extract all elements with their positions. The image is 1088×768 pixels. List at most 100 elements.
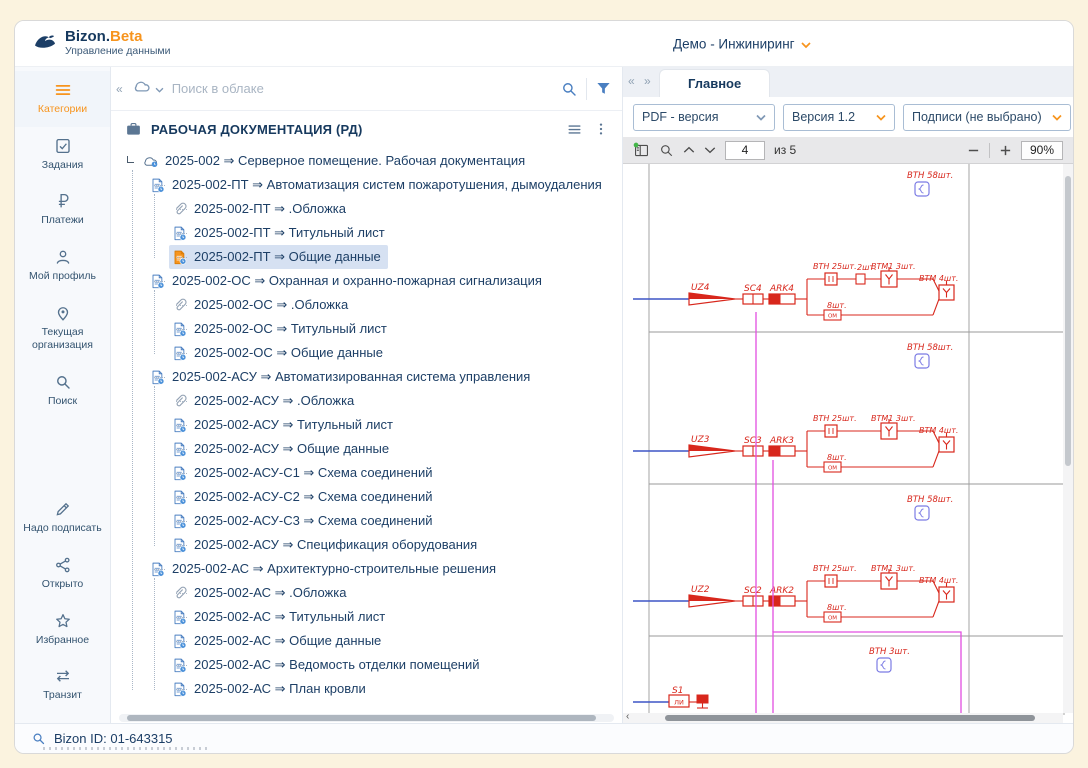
explorer-panel: « bbox=[111, 67, 623, 723]
tree-horizontal-scrollbar[interactable] bbox=[119, 714, 614, 722]
chevron-down-icon bbox=[1052, 110, 1062, 124]
sidebar-item-user[interactable]: Мой профиль bbox=[15, 238, 110, 294]
tree-item[interactable]: 2025-002-АС ⇒ План кровли bbox=[169, 677, 373, 701]
splitter-collapse-icons[interactable]: « » bbox=[628, 74, 654, 88]
tree-item-label: 2025-002-АСУ ⇒ Титульный лист bbox=[194, 417, 393, 433]
svg-text:ВТМ 4шт.: ВТМ 4шт. bbox=[919, 576, 958, 585]
tree-item[interactable]: 2025-002-АСУ-С1 ⇒ Схема соединений bbox=[169, 461, 439, 485]
briefcase-icon bbox=[125, 121, 142, 138]
svg-text:ВТН 25шт.: ВТН 25шт. bbox=[813, 564, 857, 573]
tree-item-label: 2025-002-АСУ-С3 ⇒ Схема соединений bbox=[194, 513, 432, 529]
vertical-scrollbar[interactable] bbox=[1063, 164, 1073, 713]
previous-page-icon[interactable] bbox=[683, 146, 695, 154]
zoom-in-icon[interactable] bbox=[999, 144, 1012, 157]
svg-text:ВТМ1 3шт.: ВТМ1 3шт. bbox=[871, 262, 916, 271]
search-icon[interactable] bbox=[31, 731, 46, 746]
tree-item[interactable]: 2025-002-ОС ⇒ Охранная и охранно-пожарна… bbox=[147, 269, 549, 293]
tree-item-label: 2025-002-АС ⇒ Общие данные bbox=[194, 633, 381, 649]
scroll-left-icon[interactable]: ‹ bbox=[626, 711, 629, 722]
horizontal-scrollbar[interactable]: ‹ bbox=[623, 713, 1063, 723]
tree-item[interactable]: 2025-002-АСУ ⇒ Общие данные bbox=[169, 437, 396, 461]
tree-item[interactable]: 2025-002-АСУ ⇒ .Обложка bbox=[169, 389, 361, 413]
tree-item[interactable]: 2025-002 ⇒ Серверное помещение. Рабочая … bbox=[125, 149, 532, 173]
sidebar-toggle-icon[interactable] bbox=[633, 142, 650, 159]
svg-text:UZ3: UZ3 bbox=[691, 435, 710, 445]
kebab-menu-icon[interactable] bbox=[594, 122, 608, 136]
sidebar-item-location[interactable]: Текущая организация bbox=[15, 294, 110, 363]
cloud-source-dropdown[interactable] bbox=[132, 78, 164, 99]
doc-icon bbox=[171, 346, 188, 361]
expand-icon[interactable] bbox=[127, 156, 134, 163]
version-dropdown[interactable]: Версия 1.2 bbox=[783, 104, 895, 131]
page-number-input[interactable] bbox=[725, 141, 765, 160]
doc-icon bbox=[171, 658, 188, 673]
sidebar-item-label: Мой профиль bbox=[29, 270, 96, 284]
tree-item-label: 2025-002-ПТ ⇒ .Обложка bbox=[194, 201, 346, 217]
resize-dots bbox=[43, 747, 208, 750]
brand-subtitle: Управление данными bbox=[65, 46, 170, 58]
main-area: Категории Задания Платежи Мой профиль Текуща… bbox=[15, 67, 1073, 723]
chevron-down-icon bbox=[756, 110, 766, 124]
zoom-level[interactable]: 90% bbox=[1021, 141, 1063, 160]
search-icon[interactable] bbox=[560, 80, 578, 98]
tree-item[interactable]: 2025-002-ОС ⇒ Общие данные bbox=[169, 341, 390, 365]
list-view-icon[interactable] bbox=[567, 122, 582, 137]
organization-selector[interactable]: Демо - Инжиниринг bbox=[673, 36, 811, 51]
tree-item[interactable]: 2025-002-АСУ-С2 ⇒ Схема соединений bbox=[169, 485, 439, 509]
tree-item[interactable]: 2025-002-АС ⇒ Архитектурно-строительные … bbox=[147, 557, 503, 581]
doc-icon bbox=[171, 634, 188, 649]
tree-item[interactable]: 2025-002-АС ⇒ Общие данные bbox=[169, 629, 388, 653]
tree-item[interactable]: 2025-002-АСУ ⇒ Спецификация оборудования bbox=[169, 533, 484, 557]
tree-item[interactable]: 2025-002-АС ⇒ .Обложка bbox=[169, 581, 353, 605]
sidebar-item-label: Задания bbox=[42, 159, 84, 173]
scrollbar-thumb[interactable] bbox=[127, 715, 596, 721]
doc-icon bbox=[171, 418, 188, 433]
pdf-toolbar: из 5 90% bbox=[623, 137, 1073, 164]
viewer-panel: « » Главное PDF - версия Версия 1.2 Подп… bbox=[623, 67, 1073, 723]
tab-glavnoe[interactable]: Главное bbox=[659, 69, 770, 97]
tree-item[interactable]: 2025-002-АС ⇒ Ведомость отделки помещени… bbox=[169, 653, 487, 677]
next-page-icon[interactable] bbox=[704, 146, 716, 154]
sidebar-item-menu[interactable]: Категории bbox=[15, 71, 110, 127]
clip-icon bbox=[171, 394, 188, 409]
pdf-version-dropdown[interactable]: PDF - версия bbox=[633, 104, 775, 131]
tree-item[interactable]: 2025-002-ПТ ⇒ Автоматизация систем пожар… bbox=[147, 173, 609, 197]
find-in-document-icon[interactable] bbox=[659, 143, 674, 158]
filter-icon[interactable] bbox=[595, 80, 612, 97]
status-bar: Bizon ID: 01-643315 bbox=[15, 723, 1073, 753]
tree-item[interactable]: 2025-002-ОС ⇒ .Обложка bbox=[169, 293, 355, 317]
tree-item[interactable]: 2025-002-АС ⇒ Титульный лист bbox=[169, 605, 392, 629]
collapse-panel-icon[interactable]: « bbox=[115, 82, 124, 96]
svg-text:ОМ: ОМ bbox=[828, 466, 837, 472]
sidebar-item-star[interactable]: Избранное bbox=[15, 602, 110, 658]
tree-item-label: 2025-002-ОС ⇒ Охранная и охранно-пожарна… bbox=[172, 273, 542, 289]
tree-item-label: 2025-002-АСУ-С1 ⇒ Схема соединений bbox=[194, 465, 432, 481]
tree-item[interactable]: 2025-002-ПТ ⇒ Титульный лист bbox=[169, 221, 392, 245]
scrollbar-thumb[interactable] bbox=[665, 715, 1035, 721]
section-header: РАБОЧАЯ ДОКУМЕНТАЦИЯ (РД) bbox=[111, 111, 622, 147]
tree-item-selected[interactable]: 2025-002-ПТ ⇒ Общие данные bbox=[169, 245, 388, 269]
app-window: Bizon.Beta Управление данными Демо - Инж… bbox=[14, 20, 1074, 754]
sidebar-item-share[interactable]: Открыто bbox=[15, 546, 110, 602]
signatures-dropdown[interactable]: Подписи (не выбрано) bbox=[903, 104, 1071, 131]
signature-icon bbox=[54, 500, 72, 518]
svg-text:ВТН 58шт.: ВТН 58шт. bbox=[907, 495, 953, 505]
tree-item-label: 2025-002-АСУ ⇒ Спецификация оборудования bbox=[194, 537, 477, 553]
cloud-icon bbox=[142, 154, 159, 168]
sidebar-item-search[interactable]: Поиск bbox=[15, 363, 110, 419]
sidebar-item-ruble[interactable]: Платежи bbox=[15, 182, 110, 238]
tree-item[interactable]: 2025-002-ОС ⇒ Титульный лист bbox=[169, 317, 394, 341]
star-icon bbox=[54, 612, 72, 630]
tree-item[interactable]: 2025-002-АСУ ⇒ Автоматизированная систем… bbox=[147, 365, 537, 389]
search-icon bbox=[54, 373, 72, 391]
sidebar-item-signature[interactable]: Надо подписать bbox=[15, 490, 110, 546]
search-input[interactable] bbox=[172, 81, 552, 96]
scrollbar-thumb[interactable] bbox=[1065, 176, 1071, 466]
tree-item[interactable]: 2025-002-АСУ ⇒ Титульный лист bbox=[169, 413, 400, 437]
chevron-down-icon bbox=[155, 80, 164, 98]
tree-item[interactable]: 2025-002-ПТ ⇒ .Обложка bbox=[169, 197, 353, 221]
tree-item[interactable]: 2025-002-АСУ-С3 ⇒ Схема соединений bbox=[169, 509, 439, 533]
sidebar-item-tasks[interactable]: Задания bbox=[15, 127, 110, 183]
sidebar-item-transit[interactable]: Транзит bbox=[15, 657, 110, 713]
zoom-out-icon[interactable] bbox=[967, 144, 980, 157]
